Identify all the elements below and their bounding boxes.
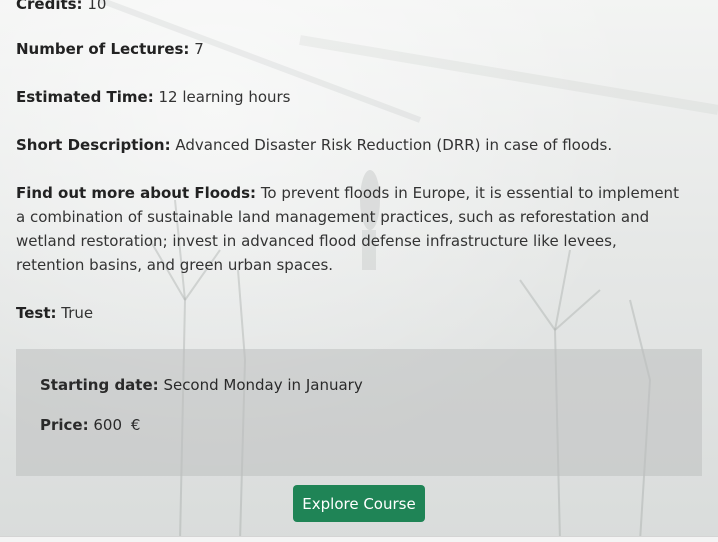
short-description-value: Advanced Disaster Risk Reduction (DRR) i… bbox=[175, 136, 613, 154]
currency-symbol: € bbox=[130, 416, 141, 434]
lectures-label: Number of Lectures: bbox=[16, 40, 190, 58]
explore-course-button[interactable]: Explore Course bbox=[293, 485, 425, 522]
page-bottom-divider bbox=[0, 536, 718, 542]
estimated-time-field: Estimated Time: 12 learning hours bbox=[16, 85, 686, 109]
test-value: True bbox=[61, 304, 94, 322]
starting-date-row: Starting date: Second Monday in January bbox=[40, 373, 363, 397]
test-field: Test: True bbox=[16, 301, 686, 325]
short-description-field: Short Description: Advanced Disaster Ris… bbox=[16, 133, 686, 157]
starting-date-value: Second Monday in January bbox=[163, 376, 363, 394]
short-description-label: Short Description: bbox=[16, 136, 171, 154]
price-label: Price: bbox=[40, 416, 89, 434]
test-label: Test: bbox=[16, 304, 57, 322]
schedule-panel: Starting date: Second Monday in January … bbox=[16, 349, 702, 476]
starting-date-label: Starting date: bbox=[40, 376, 159, 394]
credits-label: Credits: bbox=[16, 0, 83, 13]
credits-value: 10 bbox=[87, 0, 107, 13]
more-about-field: Find out more about Floods: To prevent f… bbox=[16, 181, 686, 277]
lectures-value: 7 bbox=[194, 40, 204, 58]
credits-field: Credits: 10 bbox=[16, 0, 686, 16]
estimated-time-label: Estimated Time: bbox=[16, 88, 154, 106]
price-value: 600 bbox=[93, 416, 123, 434]
estimated-time-value: 12 learning hours bbox=[158, 88, 291, 106]
price-row: Price: 600 € bbox=[40, 413, 140, 437]
more-about-label: Find out more about Floods: bbox=[16, 184, 257, 202]
lectures-field: Number of Lectures: 7 bbox=[16, 37, 686, 61]
